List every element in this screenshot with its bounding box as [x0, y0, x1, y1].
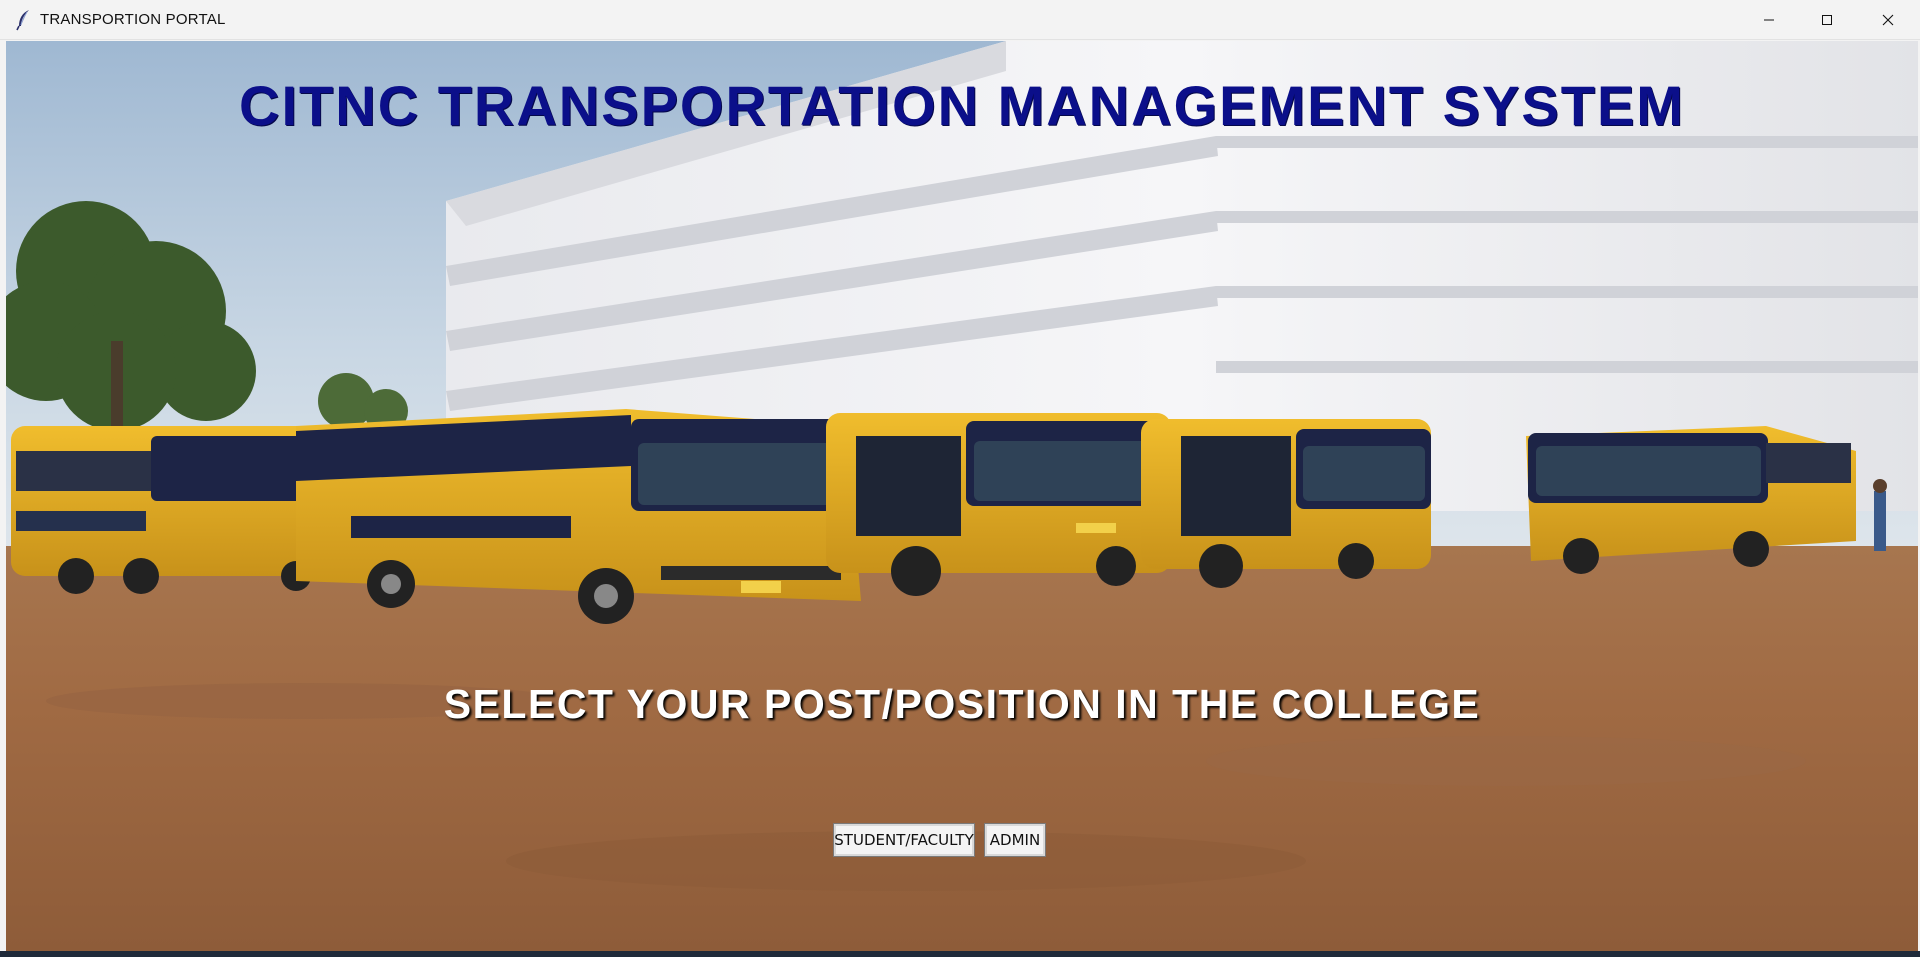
position-prompt: SELECT YOUR POST/POSITION IN THE COLLEGE [443, 681, 1481, 727]
app-window: TRANSPORTION PORTAL CITNC TRANSPORTATION… [0, 0, 1920, 957]
student-faculty-button[interactable]: STUDENT/FACULTY [833, 823, 975, 857]
close-icon [1882, 14, 1894, 26]
window-bottom-edge [0, 951, 1920, 957]
portal-canvas: CITNC TRANSPORTATION MANAGEMENT SYSTEM S… [6, 41, 1918, 951]
close-button[interactable] [1856, 0, 1920, 40]
title-bar[interactable]: TRANSPORTION PORTAL [0, 0, 1920, 40]
admin-button[interactable]: ADMIN [984, 823, 1046, 857]
campus-bus-photo [6, 41, 1918, 951]
window-title: TRANSPORTION PORTAL [40, 11, 226, 28]
maximize-button[interactable] [1798, 0, 1856, 40]
minimize-icon [1764, 19, 1774, 21]
feather-icon [14, 9, 34, 31]
page-heading: CITNC TRANSPORTATION MANAGEMENT SYSTEM [239, 74, 1685, 137]
minimize-button[interactable] [1740, 0, 1798, 40]
maximize-icon [1822, 15, 1832, 25]
